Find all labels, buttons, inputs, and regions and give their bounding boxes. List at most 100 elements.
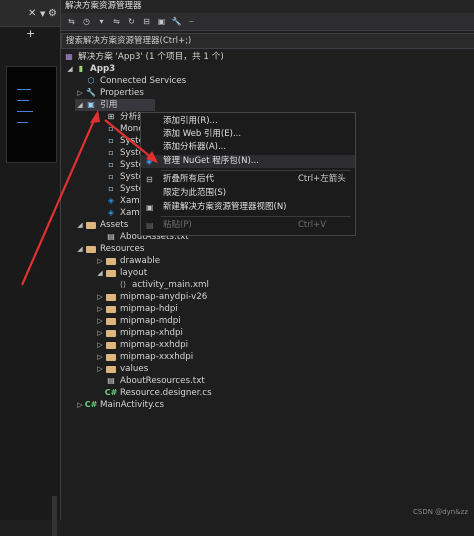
collapsed-icon[interactable]: ▷ (95, 351, 105, 363)
tree-solution[interactable]: ▦ 解决方案 'App3' (1 个项目，共 1 个) (63, 51, 224, 63)
tree-mipmap-hdpi[interactable]: ▷ mipmap-hdpi (95, 303, 177, 315)
menu-label: 新建解决方案资源管理器视图(N) (163, 202, 287, 212)
folder-icon (85, 244, 97, 255)
tree-label: AboutResources.txt (120, 376, 205, 386)
menu-label: 粘贴(P) (163, 220, 192, 230)
search-input[interactable]: 搜索解决方案资源管理器(Ctrl+;) (61, 33, 474, 49)
show-all-files-icon[interactable]: ▣ (156, 16, 167, 27)
tree-resource-designer[interactable]: C# Resource.designer.cs (105, 387, 212, 399)
paste-icon: ▤ (146, 221, 154, 230)
left-tab-header: ✕ ▼ ⚙ (0, 0, 60, 27)
tree-values[interactable]: ▷ values (95, 363, 148, 375)
tree-assets[interactable]: ◢ Assets (75, 219, 128, 231)
tree-label: App3 (90, 64, 116, 74)
tree-project[interactable]: ◢ ▮ App3 (65, 63, 115, 75)
tree-label: mipmap-xhdpi (120, 328, 183, 338)
collapsed-icon[interactable]: ▷ (95, 303, 105, 315)
assembly-icon: ▫ (108, 148, 114, 157)
dropdown-icon[interactable]: ▾ (96, 16, 107, 27)
gear-icon[interactable]: ⚙ (48, 8, 57, 19)
watermark: CSDN @dyn&zz (412, 508, 468, 516)
connected-services-icon: ⬡ (87, 76, 95, 85)
tree-label: values (120, 364, 149, 374)
tree-label: Assets (100, 220, 129, 230)
nuget-package-icon: ◈ (107, 196, 115, 205)
menu-separator (161, 216, 351, 217)
minimap-thumbnail (6, 66, 57, 163)
tree-main-activity[interactable]: ▷ C# MainActivity.cs (75, 399, 164, 411)
folder-icon (85, 220, 97, 231)
collapsed-icon[interactable]: ▷ (95, 315, 105, 327)
back-icon[interactable]: ◷ (81, 16, 92, 27)
collapsed-icon[interactable]: ▷ (95, 339, 105, 351)
refresh-icon[interactable]: ↻ (126, 16, 137, 27)
tree-resources[interactable]: ◢ Resources (75, 243, 144, 255)
menu-add-reference[interactable]: 添加引用(R)... (141, 115, 355, 128)
tree-label: mipmap-xxxhdpi (120, 352, 194, 362)
expanded-icon[interactable]: ◢ (95, 267, 105, 279)
tree-mipmap-anydpi[interactable]: ▷ mipmap-anydpi-v26 (95, 291, 207, 303)
folder-icon (105, 256, 117, 267)
expanded-icon[interactable]: ◢ (75, 243, 85, 255)
menu-label: 添加分析器(A)... (163, 142, 227, 152)
nuget-icon: ◈ (146, 157, 153, 166)
menu-label: 折叠所有后代 (163, 174, 215, 184)
switch-view-icon[interactable]: ⇋ (111, 16, 122, 27)
close-icon[interactable]: ✕ (28, 8, 36, 19)
tree-mipmap-mdpi[interactable]: ▷ mipmap-mdpi (95, 315, 181, 327)
tree-references[interactable]: ◢ ▣ 引用 (75, 99, 155, 111)
chevron-down-icon[interactable]: ▼ (40, 10, 45, 18)
menu-shortcut: Ctrl+V (298, 220, 327, 230)
tree-layout[interactable]: ◢ layout (95, 267, 147, 279)
properties-icon[interactable]: 🔧 (171, 16, 182, 27)
collapsed-icon[interactable]: ▷ (75, 87, 85, 99)
expanded-icon[interactable]: ◢ (65, 63, 75, 75)
tree-mipmap-xhdpi[interactable]: ▷ mipmap-xhdpi (95, 327, 183, 339)
assembly-icon: ▫ (108, 124, 114, 133)
menu-manage-nuget[interactable]: ◈ 管理 NuGet 程序包(N)... (141, 155, 355, 168)
collapse-all-icon[interactable]: ⊟ (141, 16, 152, 27)
collapsed-icon[interactable]: ▷ (75, 399, 85, 411)
folder-icon (105, 292, 117, 303)
collapsed-icon[interactable]: ▷ (95, 291, 105, 303)
menu-add-web-reference[interactable]: 添加 Web 引用(E)... (141, 128, 355, 141)
menu-shortcut: Ctrl+左箭头 (298, 174, 346, 184)
menu-add-analyzer[interactable]: 添加分析器(A)... (141, 141, 355, 154)
tree-label: mipmap-mdpi (120, 316, 181, 326)
tree-label: 解决方案 'App3' (1 个项目，共 1 个) (78, 52, 224, 62)
folder-icon (105, 340, 117, 351)
nuget-package-icon: ◈ (107, 208, 115, 217)
preview-icon[interactable]: ⎯ (186, 16, 197, 27)
left-scrollbar[interactable] (52, 496, 57, 536)
analyzer-icon: ⊞ (107, 112, 115, 121)
add-icon[interactable]: + (26, 27, 35, 40)
left-editor-strip (0, 26, 60, 536)
menu-collapse-all[interactable]: ⊟ 折叠所有后代 Ctrl+左箭头 (141, 173, 355, 186)
tree-activity-main[interactable]: ⟨⟩ activity_main.xml (117, 279, 209, 291)
sync-icon[interactable]: ⇆ (66, 16, 77, 27)
folder-icon (105, 316, 117, 327)
collapse-icon: ⊟ (146, 175, 153, 184)
menu-paste[interactable]: ▤ 粘贴(P) Ctrl+V (141, 219, 355, 232)
tree-mipmap-xxhdpi[interactable]: ▷ mipmap-xxhdpi (95, 339, 188, 351)
tree-properties[interactable]: ▷ 🔧 Properties (75, 87, 144, 99)
menu-separator (161, 170, 351, 171)
collapsed-icon[interactable]: ▷ (95, 255, 105, 267)
menu-label: 管理 NuGet 程序包(N)... (163, 156, 259, 166)
assembly-icon: ▫ (108, 172, 114, 181)
text-file-icon: ▤ (107, 232, 115, 241)
menu-label: 添加引用(R)... (163, 116, 218, 126)
collapsed-icon[interactable]: ▷ (95, 327, 105, 339)
tree-drawable[interactable]: ▷ drawable (95, 255, 160, 267)
tree-mipmap-xxxhdpi[interactable]: ▷ mipmap-xxxhdpi (95, 351, 193, 363)
folder-icon (105, 364, 117, 375)
solution-icon: ▦ (65, 52, 73, 61)
expanded-icon[interactable]: ◢ (75, 219, 85, 231)
tree-ref-mono[interactable]: ▫ Mono (105, 123, 143, 135)
tree-about-resources[interactable]: ▤ AboutResources.txt (105, 375, 205, 387)
expanded-icon[interactable]: ◢ (75, 99, 85, 111)
menu-new-view[interactable]: ▣ 新建解决方案资源管理器视图(N) (141, 201, 355, 214)
menu-scope[interactable]: 限定为此范围(S) (141, 187, 355, 200)
collapsed-icon[interactable]: ▷ (95, 363, 105, 375)
tree-connected-services[interactable]: ⬡ Connected Services (85, 75, 187, 87)
